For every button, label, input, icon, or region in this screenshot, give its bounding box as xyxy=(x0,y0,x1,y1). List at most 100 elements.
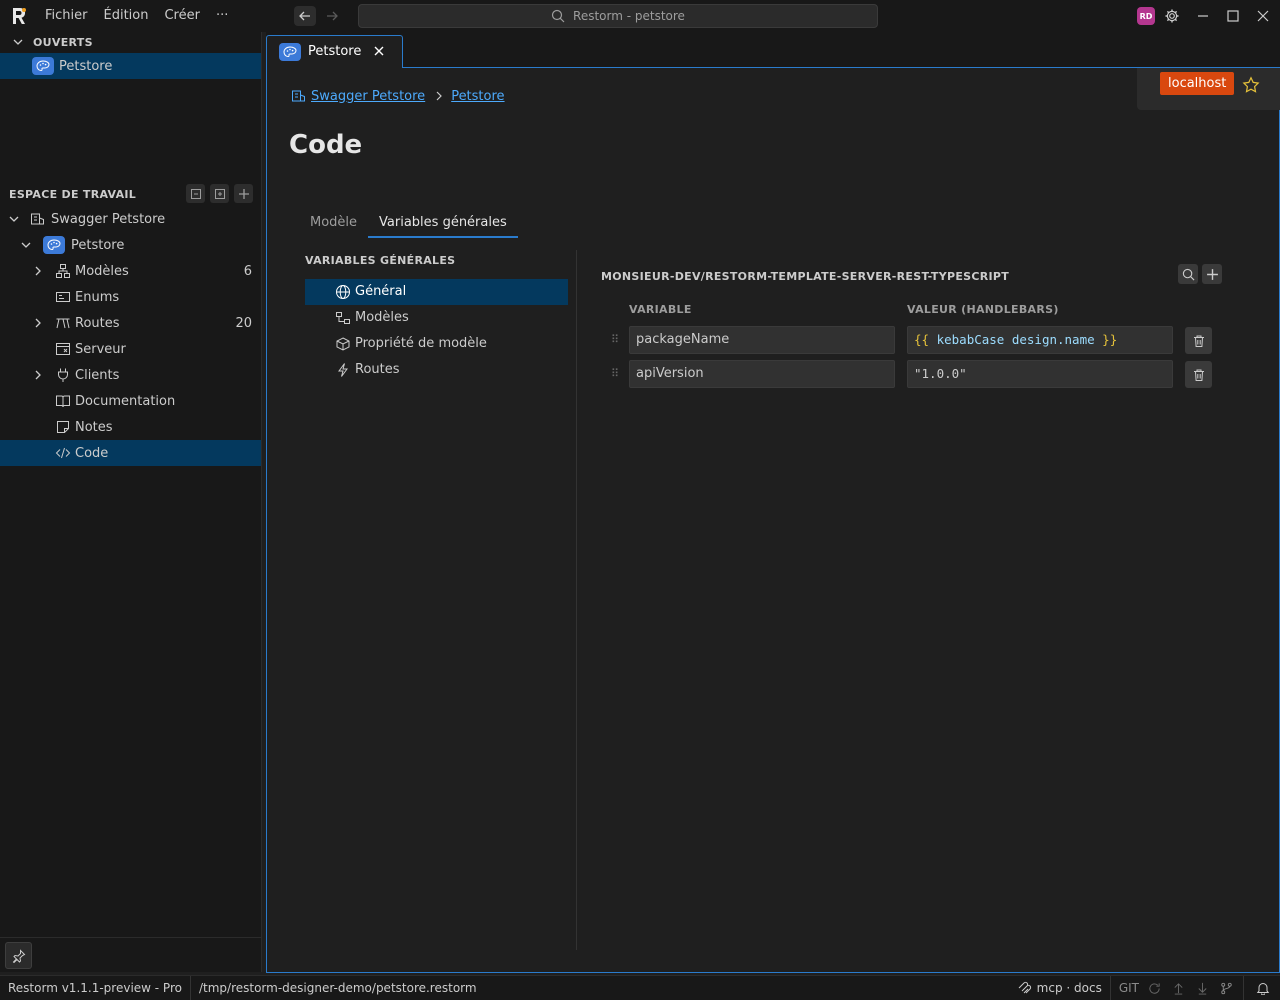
trash-icon xyxy=(1193,369,1204,381)
plus-icon xyxy=(238,188,249,199)
delete-variable-button[interactable] xyxy=(1185,361,1212,388)
opened-section-header[interactable]: OUVERTS xyxy=(0,32,262,52)
menu-create[interactable]: Créer xyxy=(156,0,207,32)
box-icon xyxy=(336,337,350,351)
minimize-button[interactable] xyxy=(1193,6,1213,26)
tree-project-label: Petstore xyxy=(71,237,125,253)
forward-button[interactable] xyxy=(321,6,343,26)
breadcrumb-root-link[interactable]: Swagger Petstore xyxy=(311,89,425,104)
variables-nav-title: VARIABLES GÉNÉRALES xyxy=(305,254,456,267)
arrow-up-icon xyxy=(1173,982,1183,995)
bell-icon xyxy=(1256,983,1270,995)
tree-item-label: Enums xyxy=(75,289,120,305)
command-search[interactable]: Restorm - petstore xyxy=(358,4,878,28)
opened-item-petstore[interactable]: Petstore xyxy=(0,53,261,79)
variable-name-input[interactable]: packageName xyxy=(629,326,895,354)
models-icon xyxy=(336,312,350,324)
collapse-all-button[interactable] xyxy=(186,184,205,203)
workspace-icon xyxy=(31,213,44,225)
search-variables-button[interactable] xyxy=(1178,264,1198,284)
maximize-button[interactable] xyxy=(1223,6,1243,26)
git-push-button[interactable] xyxy=(1169,979,1187,997)
git-refresh-button[interactable] xyxy=(1145,979,1163,997)
tree-item-routes[interactable]: Routes 20 xyxy=(0,310,261,336)
chevron-right-icon xyxy=(436,91,443,101)
note-icon xyxy=(57,421,69,433)
main-editor: Swagger Petstore Petstore localhost Code… xyxy=(266,68,1280,973)
tree-item-models[interactable]: Modèles 6 xyxy=(0,258,261,284)
tree-item-documentation[interactable]: Documentation xyxy=(0,388,261,414)
tab-model[interactable]: Modèle xyxy=(299,210,368,238)
nav-item-label: Général xyxy=(355,284,407,299)
drag-handle-icon[interactable]: ⠿ xyxy=(611,367,619,380)
notifications-button[interactable] xyxy=(1254,979,1272,997)
close-tab-icon[interactable] xyxy=(373,45,385,57)
title-bar: Fichier Édition Créer ··· Restorm - pets… xyxy=(0,0,1280,32)
palette-icon xyxy=(279,43,301,61)
chevron-down-icon xyxy=(21,242,31,248)
collapse-icon xyxy=(190,188,201,199)
project-path[interactable]: /tmp/restorm-designer-demo/petstore.rest… xyxy=(191,976,485,1000)
environment-badge[interactable]: localhost xyxy=(1160,72,1235,95)
environment-panel: localhost xyxy=(1137,68,1280,110)
close-icon xyxy=(1257,10,1269,22)
add-variable-button[interactable] xyxy=(1202,264,1222,284)
tree-item-count: 6 xyxy=(243,263,252,279)
page-title: Code xyxy=(289,130,363,160)
pin-button[interactable] xyxy=(5,942,32,969)
drag-handle-icon[interactable]: ⠿ xyxy=(611,333,619,346)
tab-petstore[interactable]: Petstore xyxy=(266,35,403,68)
search-icon xyxy=(1182,268,1194,280)
tree-item-notes[interactable]: Notes xyxy=(0,414,261,440)
opened-item-label: Petstore xyxy=(59,58,113,74)
star-icon[interactable] xyxy=(1242,76,1260,94)
nav-item-routes[interactable]: Routes xyxy=(305,357,568,383)
trash-icon xyxy=(1193,335,1204,347)
menu-more[interactable]: ··· xyxy=(208,0,236,32)
chevron-down-icon xyxy=(9,216,19,222)
app-logo-icon xyxy=(9,6,29,26)
editor-tab-strip: Petstore xyxy=(266,32,1280,68)
expand-icon xyxy=(214,188,225,199)
tree-project-petstore[interactable]: Petstore xyxy=(0,232,261,258)
nav-item-models[interactable]: Modèles xyxy=(305,305,568,331)
models-icon xyxy=(56,264,70,278)
workspace-section-title: ESPACE DE TRAVAIL xyxy=(9,187,137,201)
tree-item-clients[interactable]: Clients xyxy=(0,362,261,388)
variable-row: ⠿ apiVersion "1.0.0" xyxy=(601,360,1221,388)
git-label: GIT xyxy=(1118,981,1139,995)
palette-icon xyxy=(32,57,54,75)
column-header-variable: VARIABLE xyxy=(629,303,692,316)
expand-all-button[interactable] xyxy=(210,184,229,203)
menu-file[interactable]: Fichier xyxy=(37,0,96,32)
back-button[interactable] xyxy=(294,6,316,26)
breadcrumb-current-link[interactable]: Petstore xyxy=(451,89,504,104)
close-window-button[interactable] xyxy=(1253,6,1273,26)
tree-root-swagger-petstore[interactable]: Swagger Petstore xyxy=(0,206,261,232)
tree-item-code[interactable]: Code xyxy=(0,440,261,466)
git-branch-button[interactable] xyxy=(1217,979,1235,997)
tree-item-enums[interactable]: Enums xyxy=(0,284,261,310)
variable-value-input[interactable]: {{ kebabCase design.name }} xyxy=(907,326,1173,354)
tree-item-server[interactable]: Serveur xyxy=(0,336,261,362)
search-icon xyxy=(551,9,565,23)
tab-general-variables[interactable]: Variables générales xyxy=(368,210,518,238)
breadcrumb: Swagger Petstore Petstore xyxy=(291,88,505,104)
add-workspace-button[interactable] xyxy=(234,184,253,203)
nav-item-label: Routes xyxy=(355,362,400,377)
mcp-docs-link[interactable]: mcp · docs xyxy=(1037,981,1102,995)
settings-button[interactable] xyxy=(1162,6,1182,26)
variable-name-input[interactable]: apiVersion xyxy=(629,360,895,388)
globe-icon xyxy=(336,285,350,299)
plus-icon xyxy=(1206,268,1218,280)
user-avatar[interactable]: RD xyxy=(1137,7,1155,25)
delete-variable-button[interactable] xyxy=(1185,327,1212,354)
menu-edit[interactable]: Édition xyxy=(96,0,157,32)
nav-item-general[interactable]: Général xyxy=(305,279,568,305)
chevron-right-icon xyxy=(35,318,41,328)
variable-value-input[interactable]: "1.0.0" xyxy=(907,360,1173,388)
nav-item-model-property[interactable]: Propriété de modèle xyxy=(305,331,568,357)
git-pull-button[interactable] xyxy=(1193,979,1211,997)
maximize-icon xyxy=(1227,10,1239,22)
pin-icon xyxy=(12,948,25,963)
